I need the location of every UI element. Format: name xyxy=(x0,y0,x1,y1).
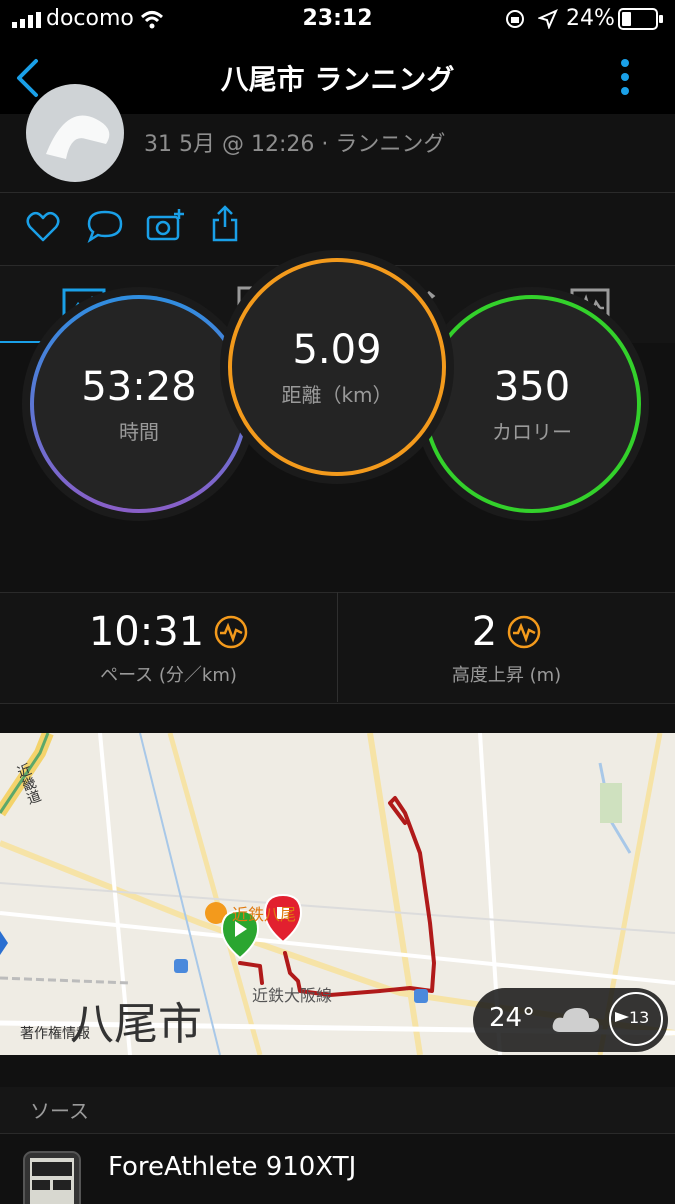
time-label: 時間 xyxy=(119,419,159,444)
pace-stat[interactable]: 10:31 ペース (分／km) xyxy=(0,593,337,703)
watch-icon xyxy=(23,1151,81,1204)
pace-label: ペース (分／km) xyxy=(100,665,237,686)
activity-info: 31 5月 @ 12:26 · ランニング xyxy=(0,84,675,193)
more-menu-icon[interactable] xyxy=(618,58,632,98)
distance-label: 距離（km） xyxy=(281,382,393,407)
avatar[interactable] xyxy=(26,84,124,182)
calories-value: 350 xyxy=(493,363,571,410)
distance-value: 5.09 xyxy=(292,326,382,373)
elevation-label: 高度上昇 (m) xyxy=(451,665,562,686)
wind-indicator: 13 xyxy=(609,992,663,1046)
pace-value: 10:31 xyxy=(88,609,205,655)
time-circle[interactable]: 53:28 時間 xyxy=(30,295,248,513)
map-station-label: 近鉄八尾 xyxy=(232,905,297,924)
distance-circle[interactable]: 5.09 距離（km） xyxy=(228,258,446,476)
stats-divider xyxy=(337,592,338,702)
rotation-lock-icon xyxy=(506,10,524,28)
elevation-detail-icon xyxy=(507,615,541,649)
summary-circles: 53:28 時間 350 カロリー 5.09 距離（km） xyxy=(0,258,675,560)
wind-speed: 13 xyxy=(629,1008,650,1027)
battery-percent: 24% xyxy=(566,6,615,31)
pace-detail-icon xyxy=(214,615,248,649)
status-bar: docomo 23:12 24% xyxy=(0,0,675,40)
source-device-row[interactable]: ForeAthlete 910XTJ xyxy=(0,1133,675,1204)
location-arrow-icon xyxy=(538,9,558,29)
map-line-label: 近鉄大阪線 xyxy=(252,986,333,1005)
share-icon[interactable] xyxy=(210,205,240,243)
device-name: ForeAthlete 910XTJ xyxy=(108,1152,357,1182)
action-bar xyxy=(0,193,675,265)
comment-icon[interactable] xyxy=(86,209,124,243)
elevation-stat[interactable]: 2 高度上昇 (m) xyxy=(338,593,675,703)
weather-temp: 24° xyxy=(489,1003,536,1033)
calories-label: カロリー xyxy=(492,419,572,444)
like-icon[interactable] xyxy=(26,211,60,243)
wind-direction-icon xyxy=(615,1012,629,1022)
time-value: 53:28 xyxy=(81,363,197,410)
add-photo-icon[interactable] xyxy=(146,207,186,243)
battery-icon xyxy=(618,8,663,30)
map-copyright[interactable]: 著作権情報 xyxy=(20,1023,90,1043)
avatar-image xyxy=(46,115,110,159)
activity-datetime: 31 5月 @ 12:26 · ランニング xyxy=(144,132,446,157)
elevation-value: 2 xyxy=(471,609,498,655)
calories-circle[interactable]: 350 カロリー xyxy=(423,295,641,513)
sources-heading: ソース xyxy=(30,1099,89,1123)
sources-header: ソース xyxy=(0,1087,675,1133)
weather-badge[interactable]: 24° 13 xyxy=(473,988,668,1052)
cloud-icon xyxy=(552,1008,599,1032)
